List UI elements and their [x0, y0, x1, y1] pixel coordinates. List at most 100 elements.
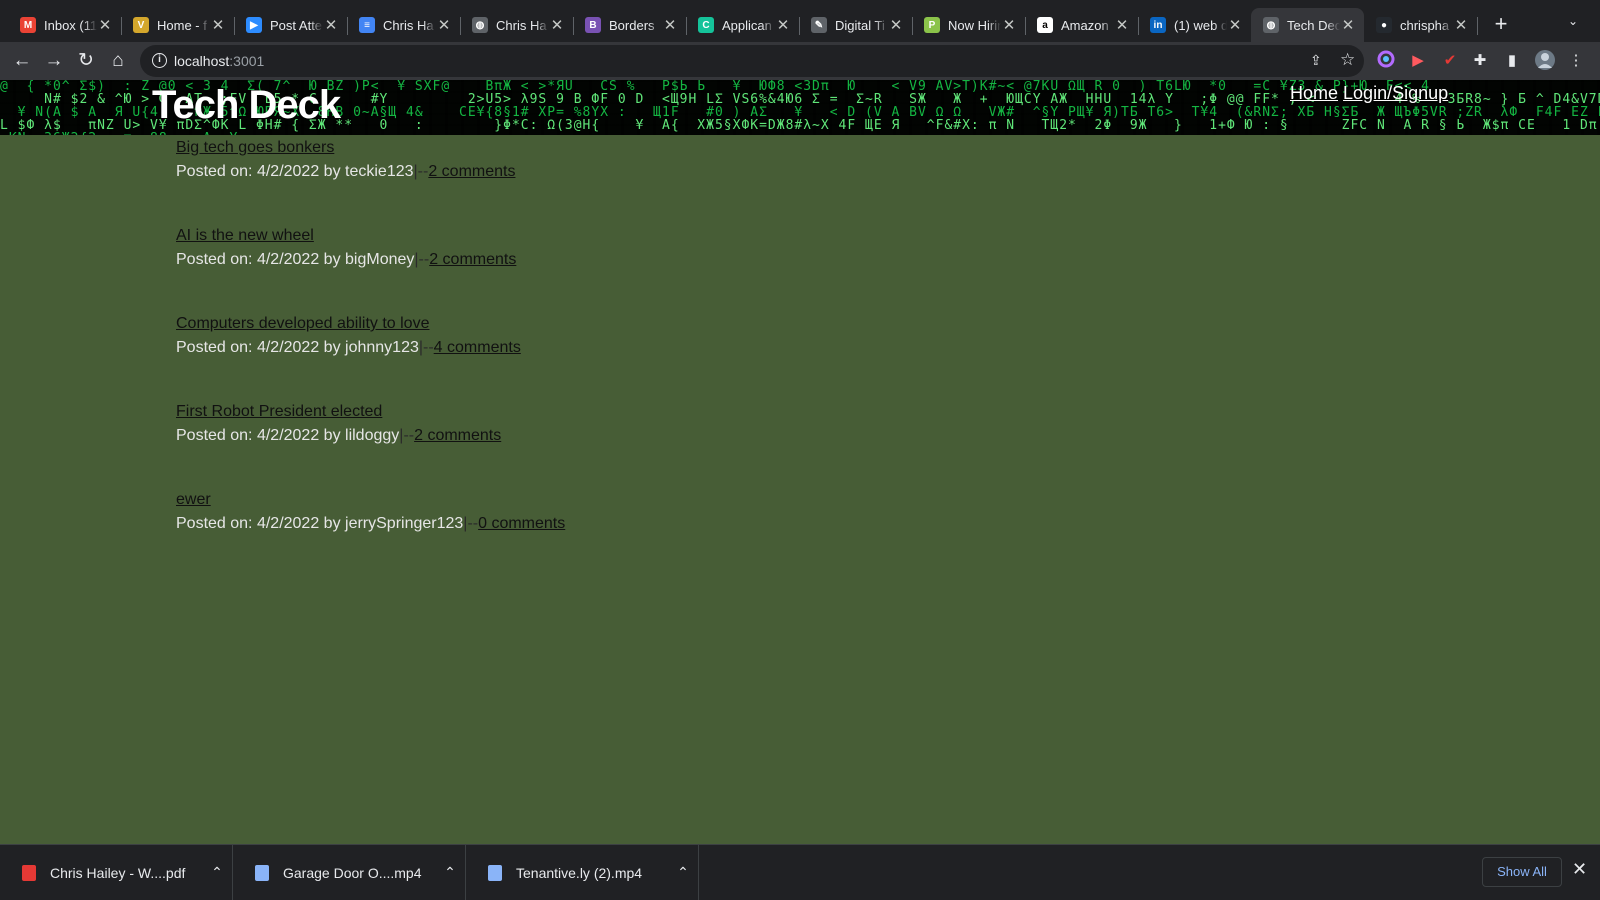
- reload-icon[interactable]: ↻: [72, 47, 100, 75]
- show-all-downloads-button[interactable]: Show All: [1482, 857, 1562, 887]
- download-filename: Tenantive.ly (2).mp4: [516, 864, 643, 881]
- nav-login-signup-link[interactable]: Login/Signup: [1343, 83, 1448, 103]
- tab-title: Home - f: [157, 17, 207, 33]
- pdf-icon: [22, 864, 36, 881]
- globe-icon: ◍: [472, 17, 488, 33]
- forward-arrow-icon[interactable]: →: [40, 47, 68, 75]
- browser-tab[interactable]: ◍ Chris Ha ✕: [460, 8, 574, 42]
- share-icon[interactable]: ⇪: [1310, 52, 1322, 69]
- browser-tab[interactable]: M Inbox (11 ✕: [8, 8, 122, 42]
- post-title-link[interactable]: Big tech goes bonkers: [176, 137, 334, 159]
- extension-circle-icon[interactable]: [1376, 50, 1396, 70]
- download-options-chevron-icon[interactable]: ⌃: [435, 864, 465, 881]
- browser-tab[interactable]: ▶ Post Atte ✕: [234, 8, 348, 42]
- address-bar[interactable]: i localhost:3001 ⇪ ☆: [140, 45, 1364, 77]
- google-docs-icon: ≡: [359, 17, 375, 33]
- tab-title: Amazon: [1061, 17, 1109, 33]
- post-comments-link[interactable]: 2 comments: [414, 427, 501, 444]
- browser-tab[interactable]: a Amazon ✕: [1025, 8, 1139, 42]
- post-comments-link[interactable]: 2 comments: [429, 251, 516, 268]
- browser-tab[interactable]: V Home - f ✕: [121, 8, 235, 42]
- gmail-icon: M: [20, 17, 36, 33]
- close-tab-icon[interactable]: ✕: [1227, 16, 1243, 34]
- post-byline: Posted on: 4/2/2022 by lildoggy: [176, 427, 400, 444]
- post-byline: Posted on: 4/2/2022 by teckie123: [176, 163, 414, 180]
- close-tab-icon[interactable]: ✕: [1340, 16, 1356, 34]
- browser-tab[interactable]: ✎ Digital Ti ✕: [799, 8, 913, 42]
- close-downloads-icon[interactable]: ✕: [1572, 859, 1587, 880]
- post-title-link[interactable]: First Robot President elected: [176, 401, 382, 423]
- close-tab-icon[interactable]: ✕: [1001, 16, 1017, 34]
- post-byline: Posted on: 4/2/2022 by bigMoney: [176, 251, 415, 268]
- url-text[interactable]: localhost:3001: [174, 53, 264, 69]
- browser-tab[interactable]: C Applican ✕: [686, 8, 800, 42]
- extension-record-icon[interactable]: ▶: [1408, 51, 1428, 71]
- post-comments-link[interactable]: 4 comments: [434, 339, 521, 356]
- download-item[interactable]: Tenantive.ly (2).mp4 ⌃: [466, 845, 699, 900]
- profile-avatar-icon[interactable]: [1534, 49, 1555, 70]
- close-tab-icon[interactable]: ✕: [662, 16, 678, 34]
- close-tab-icon[interactable]: ✕: [888, 16, 904, 34]
- download-item[interactable]: Garage Door O....mp4 ⌃: [233, 845, 466, 900]
- browser-tab[interactable]: in (1) web d ✕: [1138, 8, 1252, 42]
- browser-menu-icon[interactable]: ⋮: [1566, 51, 1586, 71]
- new-tab-button[interactable]: +: [1488, 12, 1514, 38]
- tab-title: Borders: [609, 17, 655, 33]
- browser-toolbar: ← → ↻ ⌂ i localhost:3001 ⇪ ☆ ▶ ✔ ✚ ▮ ⋮: [0, 42, 1600, 80]
- close-tab-icon[interactable]: ✕: [97, 16, 113, 34]
- browser-tab[interactable]: ● chrispha ✕: [1364, 8, 1478, 42]
- download-options-chevron-icon[interactable]: ⌃: [668, 864, 698, 881]
- post-item: AI is the new wheel Posted on: 4/2/2022 …: [176, 224, 976, 312]
- browser-tab[interactable]: B Borders ✕: [573, 8, 687, 42]
- p-logo-icon: P: [924, 17, 940, 33]
- header-banner: @ { *0^ Σ$) : Z @0 < 3 4 Σ( 7^ Ю BZ )P< …: [0, 80, 1600, 135]
- url-port: :3001: [229, 53, 265, 69]
- close-tab-icon[interactable]: ✕: [323, 16, 339, 34]
- post-title-link[interactable]: AI is the new wheel: [176, 225, 314, 247]
- tab-title: chrispha: [1400, 17, 1450, 33]
- github-icon: ●: [1376, 17, 1392, 33]
- close-tab-icon[interactable]: ✕: [549, 16, 565, 34]
- post-list: Big tech goes bonkers Posted on: 4/2/202…: [176, 136, 976, 576]
- post-title-link[interactable]: ewer: [176, 489, 211, 511]
- home-icon[interactable]: ⌂: [104, 47, 132, 75]
- post-item: ewer Posted on: 4/2/2022 by jerrySpringe…: [176, 488, 976, 576]
- extensions-puzzle-icon[interactable]: ✚: [1470, 51, 1490, 71]
- tab-title: Digital Ti: [835, 17, 885, 33]
- side-panel-icon[interactable]: ▮: [1502, 51, 1522, 71]
- post-item: First Robot President elected Posted on:…: [176, 400, 976, 488]
- post-meta: Posted on: 4/2/2022 by lildoggy|--2 comm…: [176, 425, 976, 447]
- file-icon: [255, 864, 269, 881]
- post-meta: Posted on: 4/2/2022 by johnny123|--4 com…: [176, 337, 976, 359]
- browser-tab[interactable]: ≡ Chris Ha ✕: [347, 8, 461, 42]
- post-meta: Posted on: 4/2/2022 by bigMoney|--2 comm…: [176, 249, 976, 271]
- extension-check-icon[interactable]: ✔: [1440, 51, 1460, 71]
- close-tab-icon[interactable]: ✕: [1453, 16, 1469, 34]
- tab-search-chevron-icon[interactable]: ⌄: [1568, 14, 1578, 28]
- close-tab-icon[interactable]: ✕: [210, 16, 226, 34]
- site-info-icon[interactable]: i: [152, 53, 167, 68]
- bootstrap-icon: B: [585, 17, 601, 33]
- back-arrow-icon[interactable]: ←: [8, 47, 36, 75]
- bookmark-star-icon[interactable]: ☆: [1340, 50, 1355, 70]
- zoom-icon: ▶: [246, 17, 262, 33]
- close-tab-icon[interactable]: ✕: [436, 16, 452, 34]
- post-comments-link[interactable]: 2 comments: [428, 163, 515, 180]
- close-tab-icon[interactable]: ✕: [775, 16, 791, 34]
- tab-title: Tech Dec: [1287, 17, 1340, 33]
- browser-tab[interactable]: P Now Hirin ✕: [912, 8, 1026, 42]
- close-tab-icon[interactable]: ✕: [1114, 16, 1130, 34]
- globe-icon: ◍: [1263, 17, 1279, 33]
- post-byline: Posted on: 4/2/2022 by jerrySpringer123: [176, 515, 464, 532]
- download-item[interactable]: Chris Hailey - W....pdf ⌃: [0, 845, 233, 900]
- browser-tab[interactable]: ◍ Tech Dec ✕: [1251, 8, 1364, 42]
- download-options-chevron-icon[interactable]: ⌃: [202, 864, 232, 881]
- tab-title: (1) web d: [1174, 17, 1227, 33]
- nav-home-link[interactable]: Home: [1290, 83, 1338, 103]
- post-title-link[interactable]: Computers developed ability to love: [176, 313, 429, 335]
- post-comments-link[interactable]: 0 comments: [478, 515, 565, 532]
- tab-strip: M Inbox (11 ✕ V Home - f ✕ ▶ Post Atte ✕ ≡ Chris H…: [0, 0, 1600, 42]
- tab-title: Now Hirin: [948, 17, 1001, 33]
- post-meta: Posted on: 4/2/2022 by jerrySpringer123|…: [176, 513, 976, 535]
- url-host: localhost: [174, 53, 230, 69]
